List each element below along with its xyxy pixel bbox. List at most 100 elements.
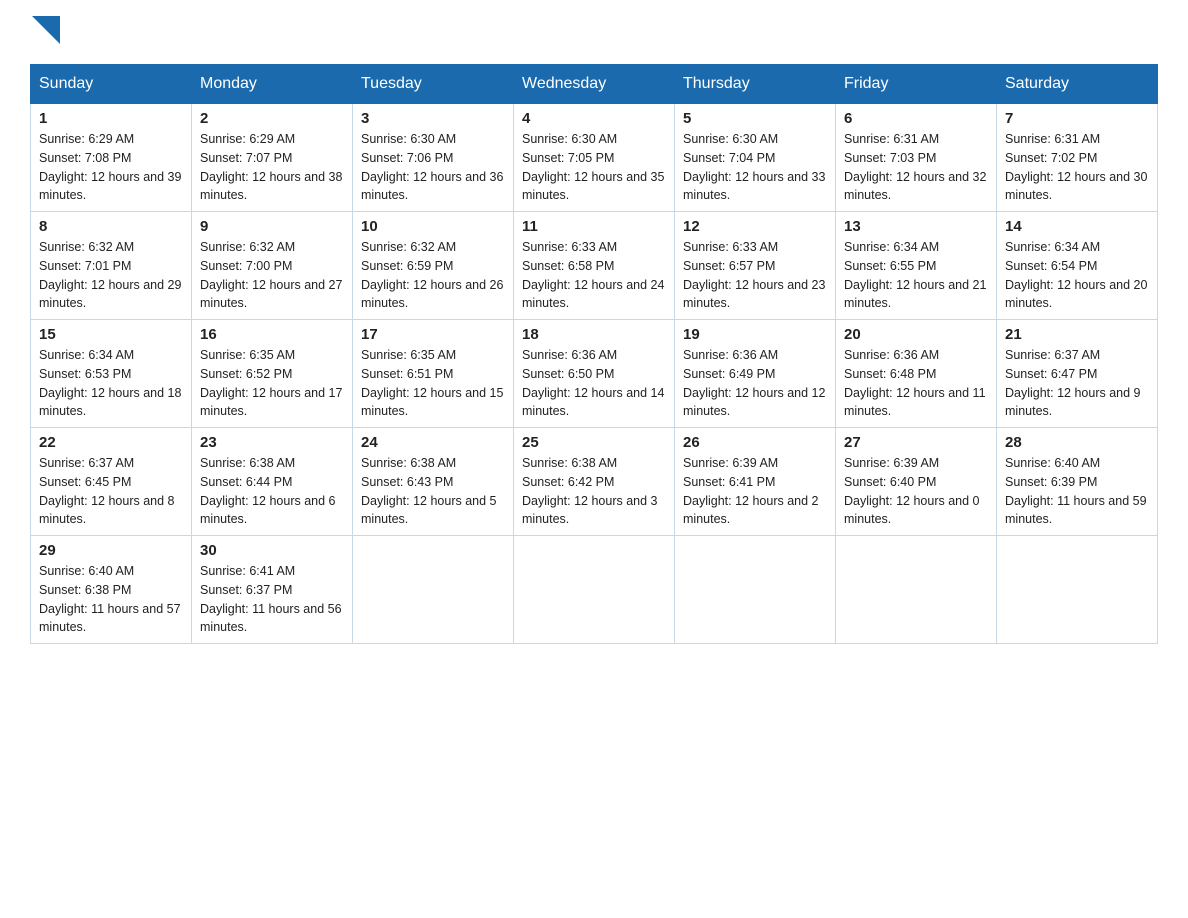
day-number: 30 xyxy=(200,542,344,559)
day-number: 16 xyxy=(200,326,344,343)
calendar-cell: 9 Sunrise: 6:32 AMSunset: 7:00 PMDayligh… xyxy=(192,212,353,320)
calendar-week-row: 1 Sunrise: 6:29 AMSunset: 7:08 PMDayligh… xyxy=(31,104,1158,212)
calendar-cell: 2 Sunrise: 6:29 AMSunset: 7:07 PMDayligh… xyxy=(192,104,353,212)
day-info: Sunrise: 6:36 AMSunset: 6:50 PMDaylight:… xyxy=(522,348,664,418)
day-info: Sunrise: 6:35 AMSunset: 6:51 PMDaylight:… xyxy=(361,348,503,418)
calendar-cell: 14 Sunrise: 6:34 AMSunset: 6:54 PMDaylig… xyxy=(997,212,1158,320)
day-info: Sunrise: 6:37 AMSunset: 6:45 PMDaylight:… xyxy=(39,456,175,526)
day-number: 9 xyxy=(200,218,344,235)
calendar-cell: 7 Sunrise: 6:31 AMSunset: 7:02 PMDayligh… xyxy=(997,104,1158,212)
day-number: 27 xyxy=(844,434,988,451)
day-number: 29 xyxy=(39,542,183,559)
calendar-cell xyxy=(514,536,675,644)
day-number: 17 xyxy=(361,326,505,343)
day-info: Sunrise: 6:38 AMSunset: 6:43 PMDaylight:… xyxy=(361,456,497,526)
header-tuesday: Tuesday xyxy=(353,65,514,104)
calendar-cell: 30 Sunrise: 6:41 AMSunset: 6:37 PMDaylig… xyxy=(192,536,353,644)
calendar-cell: 25 Sunrise: 6:38 AMSunset: 6:42 PMDaylig… xyxy=(514,428,675,536)
day-number: 26 xyxy=(683,434,827,451)
header-wednesday: Wednesday xyxy=(514,65,675,104)
calendar-cell: 19 Sunrise: 6:36 AMSunset: 6:49 PMDaylig… xyxy=(675,320,836,428)
day-number: 28 xyxy=(1005,434,1149,451)
calendar-header-row: SundayMondayTuesdayWednesdayThursdayFrid… xyxy=(31,65,1158,104)
day-info: Sunrise: 6:30 AMSunset: 7:05 PMDaylight:… xyxy=(522,132,664,202)
calendar-cell: 11 Sunrise: 6:33 AMSunset: 6:58 PMDaylig… xyxy=(514,212,675,320)
calendar-cell xyxy=(997,536,1158,644)
calendar-week-row: 22 Sunrise: 6:37 AMSunset: 6:45 PMDaylig… xyxy=(31,428,1158,536)
page-header xyxy=(30,20,1158,44)
header-monday: Monday xyxy=(192,65,353,104)
day-number: 8 xyxy=(39,218,183,235)
calendar-cell: 20 Sunrise: 6:36 AMSunset: 6:48 PMDaylig… xyxy=(836,320,997,428)
day-info: Sunrise: 6:41 AMSunset: 6:37 PMDaylight:… xyxy=(200,564,342,634)
day-info: Sunrise: 6:35 AMSunset: 6:52 PMDaylight:… xyxy=(200,348,342,418)
day-number: 21 xyxy=(1005,326,1149,343)
calendar-cell xyxy=(353,536,514,644)
calendar-cell: 5 Sunrise: 6:30 AMSunset: 7:04 PMDayligh… xyxy=(675,104,836,212)
day-number: 25 xyxy=(522,434,666,451)
calendar-cell: 10 Sunrise: 6:32 AMSunset: 6:59 PMDaylig… xyxy=(353,212,514,320)
day-info: Sunrise: 6:39 AMSunset: 6:40 PMDaylight:… xyxy=(844,456,980,526)
calendar-cell: 26 Sunrise: 6:39 AMSunset: 6:41 PMDaylig… xyxy=(675,428,836,536)
calendar-cell: 6 Sunrise: 6:31 AMSunset: 7:03 PMDayligh… xyxy=(836,104,997,212)
day-info: Sunrise: 6:30 AMSunset: 7:06 PMDaylight:… xyxy=(361,132,503,202)
day-number: 13 xyxy=(844,218,988,235)
calendar-cell xyxy=(675,536,836,644)
calendar-cell xyxy=(836,536,997,644)
day-number: 12 xyxy=(683,218,827,235)
calendar-cell: 4 Sunrise: 6:30 AMSunset: 7:05 PMDayligh… xyxy=(514,104,675,212)
day-number: 18 xyxy=(522,326,666,343)
day-info: Sunrise: 6:32 AMSunset: 6:59 PMDaylight:… xyxy=(361,240,503,310)
day-number: 23 xyxy=(200,434,344,451)
header-friday: Friday xyxy=(836,65,997,104)
day-info: Sunrise: 6:31 AMSunset: 7:02 PMDaylight:… xyxy=(1005,132,1147,202)
day-info: Sunrise: 6:36 AMSunset: 6:49 PMDaylight:… xyxy=(683,348,825,418)
day-info: Sunrise: 6:34 AMSunset: 6:55 PMDaylight:… xyxy=(844,240,986,310)
day-number: 15 xyxy=(39,326,183,343)
day-info: Sunrise: 6:32 AMSunset: 7:00 PMDaylight:… xyxy=(200,240,342,310)
calendar-week-row: 29 Sunrise: 6:40 AMSunset: 6:38 PMDaylig… xyxy=(31,536,1158,644)
day-info: Sunrise: 6:38 AMSunset: 6:42 PMDaylight:… xyxy=(522,456,658,526)
day-number: 11 xyxy=(522,218,666,235)
calendar-cell: 28 Sunrise: 6:40 AMSunset: 6:39 PMDaylig… xyxy=(997,428,1158,536)
day-number: 4 xyxy=(522,110,666,127)
day-number: 1 xyxy=(39,110,183,127)
calendar-cell: 29 Sunrise: 6:40 AMSunset: 6:38 PMDaylig… xyxy=(31,536,192,644)
header-saturday: Saturday xyxy=(997,65,1158,104)
calendar-cell: 23 Sunrise: 6:38 AMSunset: 6:44 PMDaylig… xyxy=(192,428,353,536)
day-info: Sunrise: 6:37 AMSunset: 6:47 PMDaylight:… xyxy=(1005,348,1141,418)
day-number: 3 xyxy=(361,110,505,127)
day-info: Sunrise: 6:32 AMSunset: 7:01 PMDaylight:… xyxy=(39,240,181,310)
header-thursday: Thursday xyxy=(675,65,836,104)
calendar-cell: 15 Sunrise: 6:34 AMSunset: 6:53 PMDaylig… xyxy=(31,320,192,428)
day-number: 2 xyxy=(200,110,344,127)
calendar-week-row: 15 Sunrise: 6:34 AMSunset: 6:53 PMDaylig… xyxy=(31,320,1158,428)
day-number: 6 xyxy=(844,110,988,127)
day-number: 20 xyxy=(844,326,988,343)
calendar-cell: 8 Sunrise: 6:32 AMSunset: 7:01 PMDayligh… xyxy=(31,212,192,320)
calendar-cell: 13 Sunrise: 6:34 AMSunset: 6:55 PMDaylig… xyxy=(836,212,997,320)
calendar-cell: 17 Sunrise: 6:35 AMSunset: 6:51 PMDaylig… xyxy=(353,320,514,428)
day-number: 5 xyxy=(683,110,827,127)
logo-triangle-icon xyxy=(32,16,60,44)
day-info: Sunrise: 6:29 AMSunset: 7:07 PMDaylight:… xyxy=(200,132,342,202)
calendar-cell: 1 Sunrise: 6:29 AMSunset: 7:08 PMDayligh… xyxy=(31,104,192,212)
day-info: Sunrise: 6:38 AMSunset: 6:44 PMDaylight:… xyxy=(200,456,336,526)
calendar-cell: 24 Sunrise: 6:38 AMSunset: 6:43 PMDaylig… xyxy=(353,428,514,536)
logo xyxy=(30,20,60,44)
day-number: 19 xyxy=(683,326,827,343)
day-number: 22 xyxy=(39,434,183,451)
calendar-cell: 22 Sunrise: 6:37 AMSunset: 6:45 PMDaylig… xyxy=(31,428,192,536)
day-info: Sunrise: 6:30 AMSunset: 7:04 PMDaylight:… xyxy=(683,132,825,202)
day-number: 7 xyxy=(1005,110,1149,127)
calendar-cell: 3 Sunrise: 6:30 AMSunset: 7:06 PMDayligh… xyxy=(353,104,514,212)
day-info: Sunrise: 6:33 AMSunset: 6:58 PMDaylight:… xyxy=(522,240,664,310)
calendar-cell: 18 Sunrise: 6:36 AMSunset: 6:50 PMDaylig… xyxy=(514,320,675,428)
calendar-table: SundayMondayTuesdayWednesdayThursdayFrid… xyxy=(30,64,1158,644)
day-info: Sunrise: 6:34 AMSunset: 6:54 PMDaylight:… xyxy=(1005,240,1147,310)
header-sunday: Sunday xyxy=(31,65,192,104)
calendar-cell: 16 Sunrise: 6:35 AMSunset: 6:52 PMDaylig… xyxy=(192,320,353,428)
day-number: 10 xyxy=(361,218,505,235)
calendar-cell: 27 Sunrise: 6:39 AMSunset: 6:40 PMDaylig… xyxy=(836,428,997,536)
day-number: 24 xyxy=(361,434,505,451)
